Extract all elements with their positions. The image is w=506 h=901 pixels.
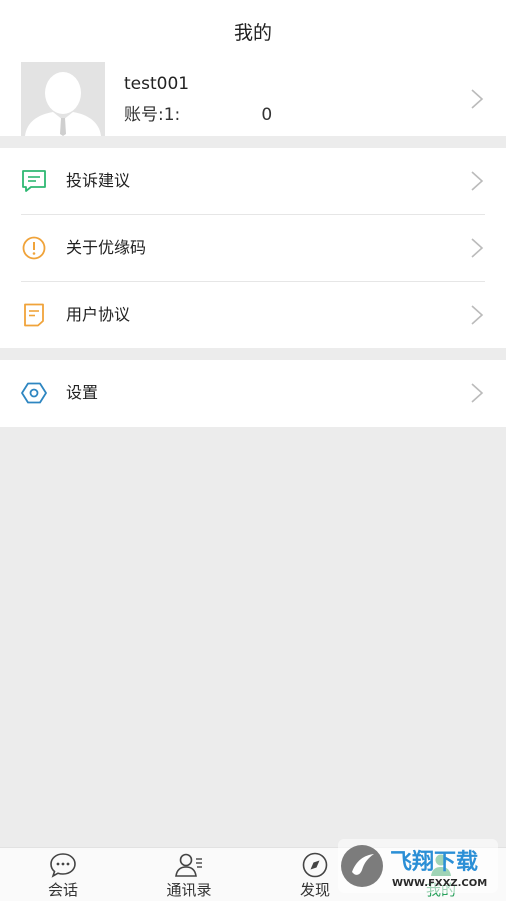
feedback-message-icon <box>21 169 47 193</box>
avatar <box>21 62 105 136</box>
chevron-right-icon <box>470 304 484 326</box>
profile-card[interactable]: test001 账号:1: 0 <box>0 62 506 136</box>
document-icon <box>21 303 47 327</box>
username: test001 <box>124 74 190 94</box>
watermark-text: 飞翔下载 <box>390 849 478 875</box>
watermark-logo: 飞翔下载 WWW.FXXZ.COM <box>338 839 498 893</box>
watermark-subtext: WWW.FXXZ.COM <box>392 878 487 889</box>
contacts-icon <box>174 851 204 879</box>
tab-label: 通讯录 <box>166 881 212 899</box>
chat-bubble-icon <box>48 851 78 879</box>
chevron-right-icon <box>470 382 484 404</box>
menu-item-settings[interactable]: 设置 <box>0 360 506 426</box>
info-exclamation-icon <box>21 236 47 260</box>
tab-label: 会话 <box>47 881 78 899</box>
menu-item-feedback[interactable]: 投诉建议 <box>0 148 506 214</box>
menu-section: 投诉建议 关于优缘码 用户协议 <box>0 148 506 348</box>
menu-item-label: 用户协议 <box>66 305 131 324</box>
menu-item-label: 设置 <box>66 383 99 402</box>
tab-conversations[interactable]: 会话 <box>0 848 126 901</box>
menu-item-label: 关于优缘码 <box>66 238 147 257</box>
tab-contacts[interactable]: 通讯录 <box>126 848 252 901</box>
settings-section: 设置 <box>0 360 506 427</box>
settings-hexagon-icon <box>21 381 47 405</box>
menu-item-user-agreement[interactable]: 用户协议 <box>0 282 506 348</box>
menu-item-about[interactable]: 关于优缘码 <box>0 215 506 281</box>
menu-item-label: 投诉建议 <box>66 171 131 190</box>
chevron-right-icon <box>470 170 484 192</box>
chevron-right-icon <box>470 88 484 110</box>
account-number: 账号:1: 0 <box>124 105 273 125</box>
page-title: 我的 <box>233 21 272 44</box>
page-header: 我的 <box>0 0 506 63</box>
compass-icon <box>300 851 330 879</box>
chevron-right-icon <box>470 237 484 259</box>
